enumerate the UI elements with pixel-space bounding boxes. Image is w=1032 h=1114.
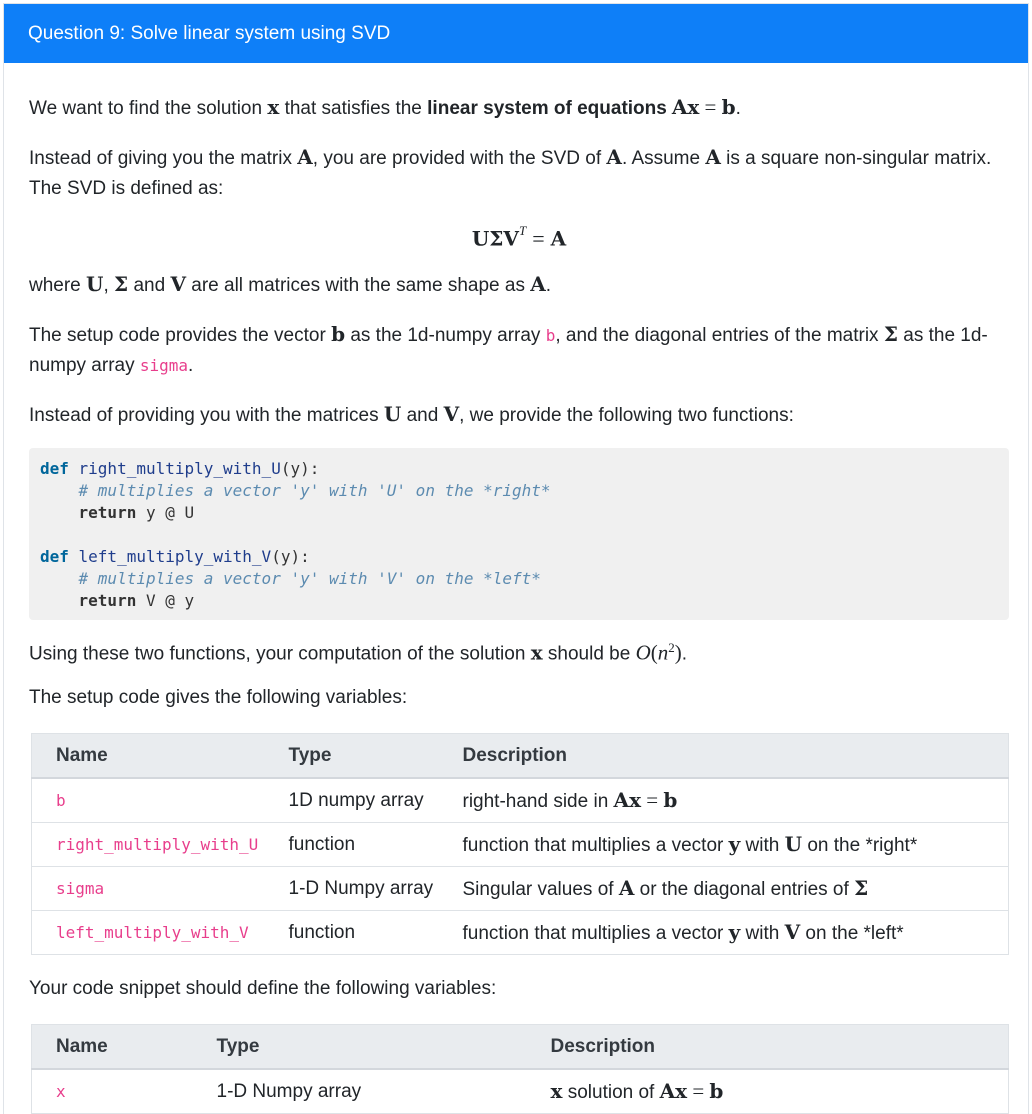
bold-phrase: linear system of equations: [427, 98, 667, 119]
var-description: right-hand side in Ax = b: [458, 777, 1009, 823]
var-name: right_multiply_with_U: [56, 834, 259, 854]
table-header-row: Name Type Description: [31, 1024, 1009, 1070]
intro-paragraph: We want to find the solution x that sati…: [29, 95, 741, 119]
table-row: right_multiply_with_U function function …: [31, 822, 1009, 867]
complexity-paragraph: Using these two functions, your computat…: [29, 640, 688, 665]
var-name: x: [56, 1081, 66, 1101]
var-name: left_multiply_with_V: [56, 922, 249, 942]
svd-equation: UΣVT = A: [471, 223, 567, 251]
inline-code-b: b: [545, 326, 556, 345]
setup-variables-table: Name Type Description b 1D numpy array r…: [31, 733, 1009, 955]
question-header: Question 9: Solve linear system using SV…: [4, 4, 1028, 63]
var-type: function: [284, 822, 459, 867]
var-name: sigma: [56, 878, 105, 898]
col-header-type: Type: [212, 1024, 547, 1070]
col-header-type: Type: [284, 733, 459, 779]
var-description: Singular values of A or the diagonal ent…: [458, 866, 1009, 911]
svd-paragraph: Instead of giving you the matrix A, you …: [29, 145, 992, 199]
question-card: Question 9: Solve linear system using SV…: [3, 3, 1029, 1114]
col-header-description: Description: [546, 1024, 1009, 1070]
var-type: 1-D Numpy array: [284, 866, 459, 911]
table-row: left_multiply_with_V function function t…: [31, 910, 1009, 955]
shape-paragraph: where U, Σ and V are all matrices with t…: [29, 272, 552, 296]
table-row: sigma 1-D Numpy array Singular values of…: [31, 866, 1009, 911]
output-vars-heading: Your code snippet should define the foll…: [29, 978, 497, 999]
var-type: 1-D Numpy array: [212, 1068, 547, 1114]
table-row: x 1-D Numpy array x solution of Ax = b: [31, 1068, 1009, 1114]
var-description: function that multiplies a vector y with…: [458, 822, 1009, 867]
col-header-name: Name: [31, 733, 285, 779]
output-variables-table: Name Type Description x 1-D Numpy array …: [31, 1024, 1009, 1114]
var-name: b: [56, 790, 66, 810]
var-description: x solution of Ax = b: [546, 1068, 1009, 1114]
inline-code-sigma: sigma: [139, 356, 189, 375]
table-row: b 1D numpy array right-hand side in Ax =…: [31, 777, 1009, 823]
functions-paragraph: Instead of providing you with the matric…: [29, 402, 794, 426]
table-header-row: Name Type Description: [31, 733, 1009, 779]
question-title: Question 9: Solve linear system using SV…: [28, 23, 391, 44]
setup-vars-heading: The setup code gives the following varia…: [29, 687, 408, 708]
var-type: function: [284, 910, 459, 955]
col-header-name: Name: [31, 1024, 213, 1070]
var-description: function that multiplies a vector y with…: [458, 910, 1009, 955]
var-type: 1D numpy array: [284, 777, 459, 823]
col-header-description: Description: [458, 733, 1009, 779]
setup-paragraph: The setup code provides the vector b as …: [29, 322, 988, 376]
code-block: def right_multiply_with_U(y): # multipli…: [29, 448, 1009, 620]
